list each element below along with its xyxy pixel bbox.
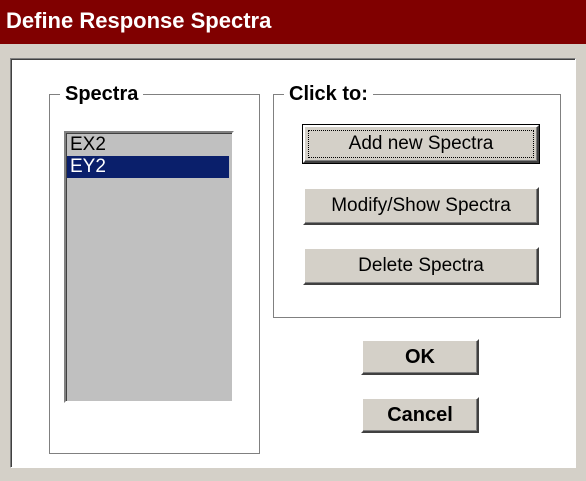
ok-label: OK (405, 346, 435, 368)
cancel-button[interactable]: Cancel (361, 397, 479, 433)
modify-show-spectra-button[interactable]: Modify/Show Spectra (303, 187, 539, 225)
dialog-title: Define Response Spectra (6, 8, 272, 33)
spectra-group-legend: Spectra (60, 82, 144, 106)
list-item-ex2[interactable]: EX2 (67, 134, 229, 156)
focus-rectangle (308, 130, 534, 158)
add-new-spectra-button[interactable]: Add new Spectra (302, 124, 540, 164)
click-to-group-legend: Click to: (284, 82, 373, 106)
define-response-spectra-dialog: Define Response Spectra Spectra EX2 EY2 … (0, 0, 586, 481)
title-bar[interactable]: Define Response Spectra (0, 0, 586, 44)
spectra-listbox[interactable]: EX2 EY2 (64, 131, 234, 403)
dialog-body: Spectra EX2 EY2 Click to: Add new Spectr… (10, 58, 576, 468)
ok-button[interactable]: OK (361, 339, 479, 375)
modify-show-spectra-label: Modify/Show Spectra (331, 195, 511, 216)
delete-spectra-button[interactable]: Delete Spectra (303, 247, 539, 285)
delete-spectra-label: Delete Spectra (358, 255, 484, 276)
list-item-ey2[interactable]: EY2 (67, 156, 229, 178)
cancel-label: Cancel (387, 404, 453, 426)
